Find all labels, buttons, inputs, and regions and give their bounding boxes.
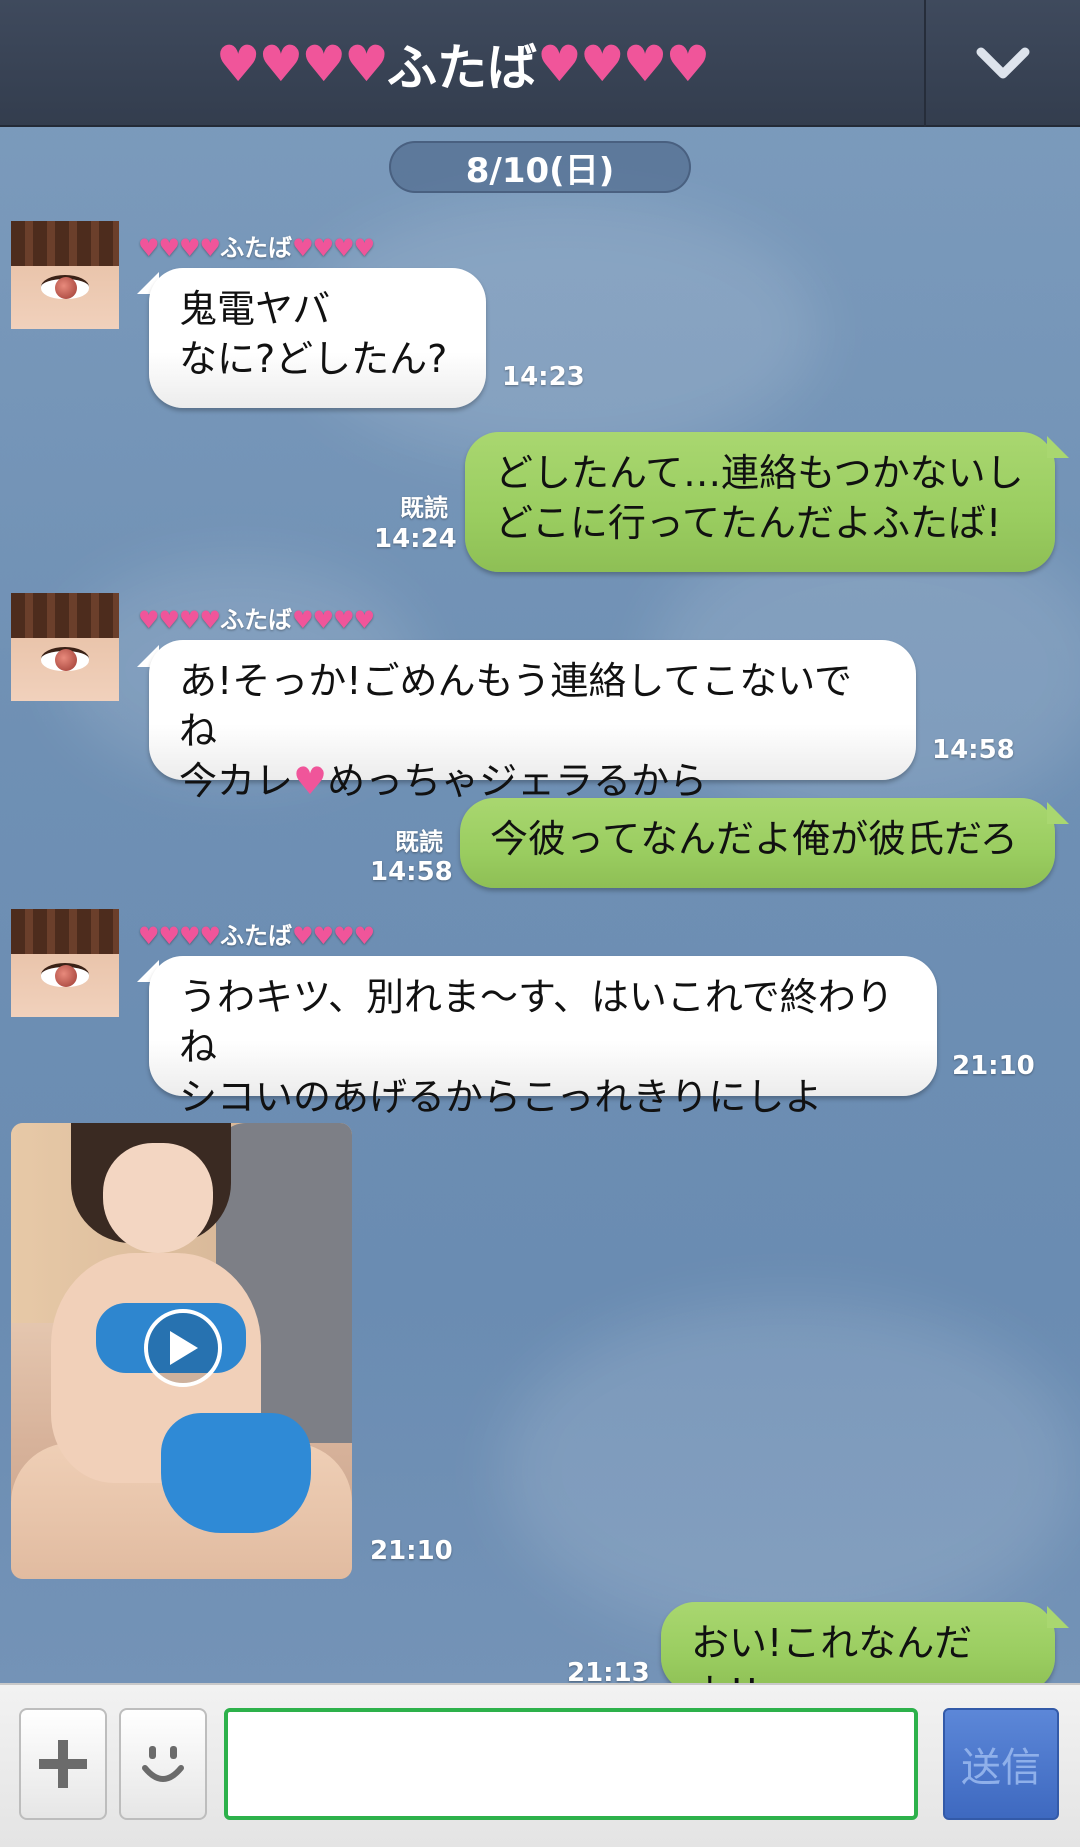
- message-bubble-incoming[interactable]: あ!そっか!ごめんもう連絡してこないでね 今カレ♥めっちゃジェラるから: [149, 640, 916, 803]
- play-icon: [170, 1331, 198, 1365]
- message-bubble-incoming[interactable]: うわキツ、別れま〜す、はいこれで終わりね シコいのあげるからこっれきりにしよ: [149, 956, 937, 1119]
- attach-button[interactable]: [19, 1708, 107, 1820]
- play-button[interactable]: [144, 1309, 222, 1387]
- video-thumbnail[interactable]: [11, 1123, 352, 1579]
- sender-name: ♥♥♥♥ふたば♥♥♥♥: [138, 606, 375, 634]
- title-hearts-right: ♥♥♥♥: [537, 34, 710, 93]
- message-bubble-outgoing[interactable]: どしたんて…連絡もつかないし どこに行ってたんだよふたば!: [465, 432, 1055, 572]
- plus-icon: [39, 1740, 87, 1788]
- avatar[interactable]: [11, 221, 119, 329]
- message-bubble-outgoing[interactable]: おい!これなんだよ!!: [661, 1602, 1055, 1715]
- read-receipt: 既読: [395, 828, 443, 856]
- chat-partner-name: ふたば: [387, 38, 537, 97]
- sender-name: ♥♥♥♥ふたば♥♥♥♥: [138, 922, 375, 950]
- message-input[interactable]: [224, 1708, 918, 1820]
- header-menu-toggle[interactable]: [926, 0, 1080, 127]
- avatar[interactable]: [11, 909, 119, 1017]
- bubble-tail: [1047, 436, 1069, 458]
- title-hearts-left: ♥♥♥♥: [215, 34, 389, 93]
- bubble-tail: [1047, 802, 1069, 824]
- message-time: 14:24: [374, 524, 457, 554]
- chat-title: ♥♥♥♥ ふたば ♥♥♥♥: [0, 0, 924, 127]
- message-time: 14:23: [502, 362, 585, 392]
- date-separator: 8/10(日): [389, 141, 691, 193]
- read-receipt: 既読: [400, 494, 448, 522]
- message-time: 21:10: [952, 1051, 1035, 1081]
- heart-glyph: ♥: [293, 759, 328, 803]
- message-time: 21:10: [370, 1536, 453, 1566]
- chat-header: ♥♥♥♥ ふたば ♥♥♥♥: [0, 0, 1080, 127]
- sender-name: ♥♥♥♥ふたば♥♥♥♥: [138, 234, 375, 262]
- message-bubble-outgoing[interactable]: 今彼ってなんだよ俺が彼氏だろ: [460, 798, 1055, 888]
- message-time: 14:58: [370, 857, 453, 887]
- chevron-down-icon: [976, 47, 1030, 78]
- message-time: 14:58: [932, 735, 1015, 765]
- emoji-button[interactable]: [119, 1708, 207, 1820]
- avatar[interactable]: [11, 593, 119, 701]
- smiley-icon: [142, 1746, 184, 1782]
- send-button[interactable]: 送信: [943, 1708, 1059, 1820]
- message-bubble-incoming[interactable]: 鬼電ヤバ なに?どしたん?: [149, 268, 486, 408]
- bubble-tail: [1047, 1606, 1069, 1628]
